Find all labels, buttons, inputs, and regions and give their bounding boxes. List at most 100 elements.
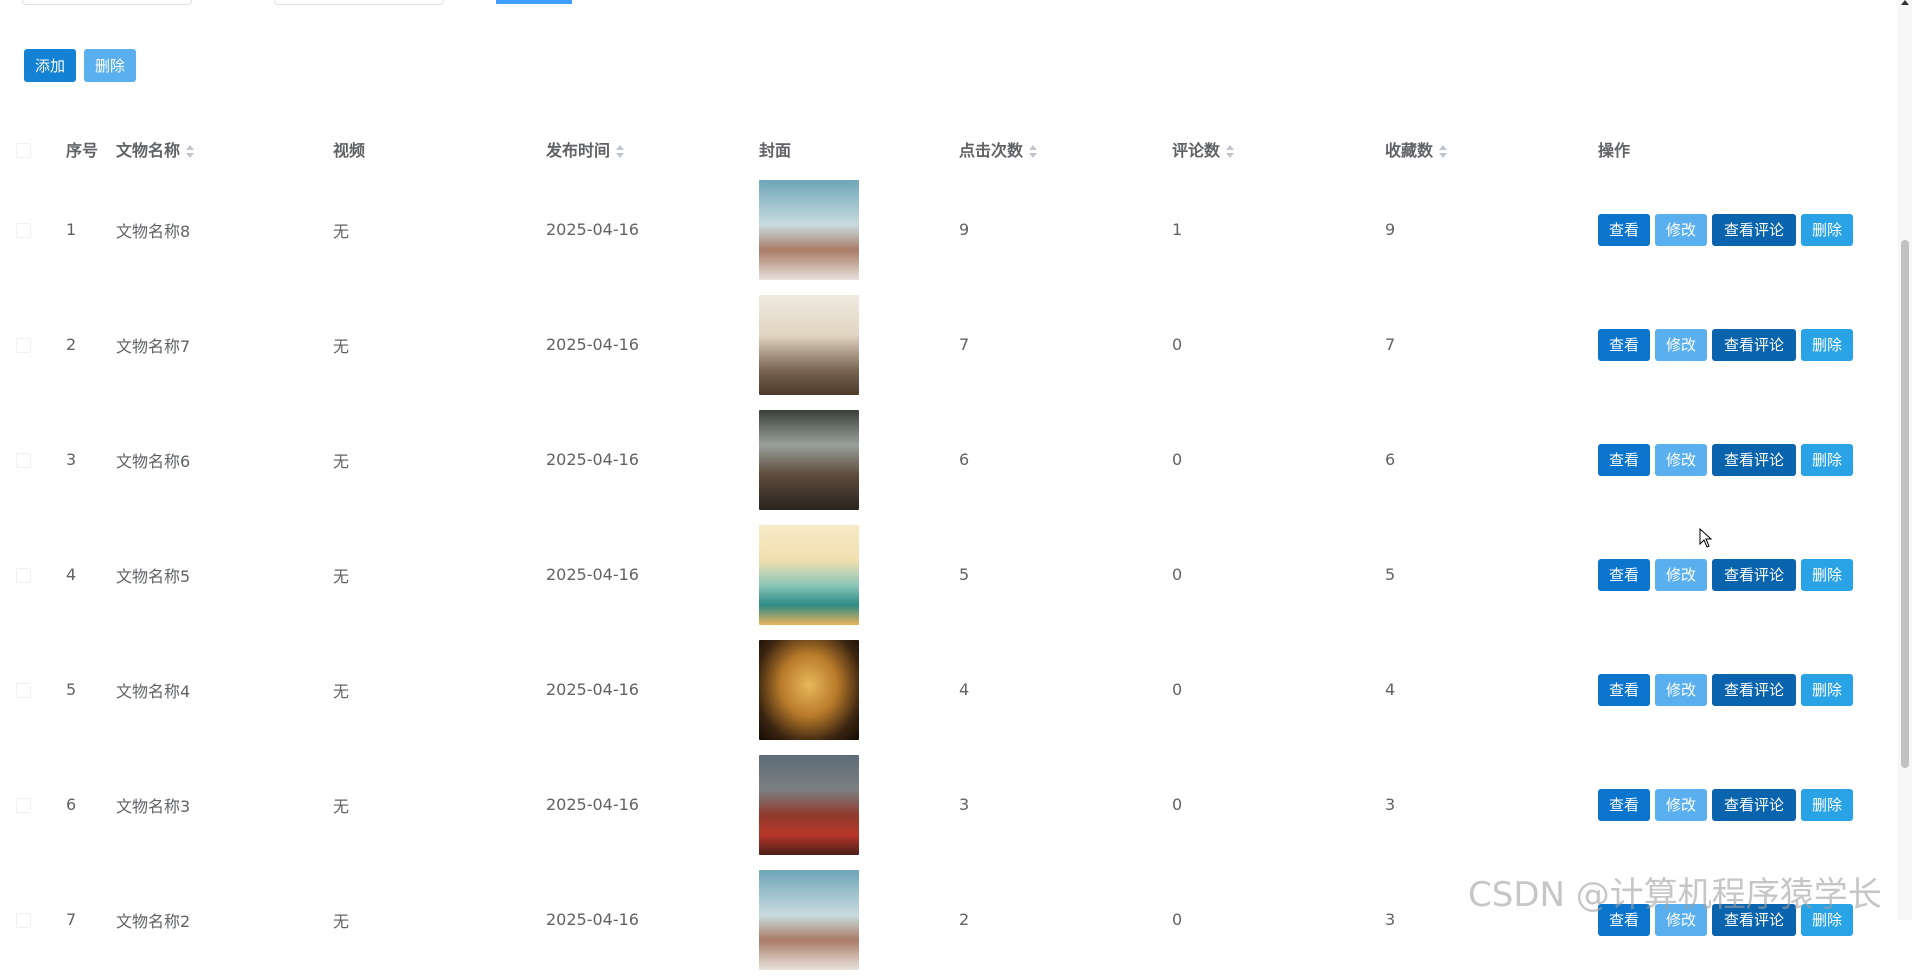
header-comments[interactable]: 评论数 (1172, 126, 1385, 172)
cell-comments: 0 (1172, 335, 1183, 354)
view-comments-button[interactable]: 查看评论 (1712, 213, 1796, 246)
row-checkbox[interactable] (16, 798, 31, 813)
row-checkbox[interactable] (16, 223, 31, 238)
add-button[interactable]: 添加 (24, 49, 76, 82)
cell-name: 文物名称5 (116, 566, 191, 586)
search-input-name[interactable] (22, 0, 192, 5)
cover-image[interactable] (759, 409, 859, 510)
delete-button[interactable]: 删除 (1801, 213, 1853, 246)
cell-name: 文物名称6 (116, 451, 191, 471)
table-row: 6 文物名称3 无 2025-04-16 3 0 3 查看 修改 查看评论 删除 (0, 747, 1900, 862)
header-publish-time-label: 发布时间 (546, 141, 611, 160)
cover-image[interactable] (759, 294, 859, 395)
edit-button[interactable]: 修改 (1655, 788, 1707, 821)
view-button[interactable]: 查看 (1598, 443, 1650, 476)
cell-index: 1 (66, 220, 77, 239)
edit-button[interactable]: 修改 (1655, 213, 1707, 246)
search-input-type[interactable] (274, 0, 444, 5)
cell-index: 3 (66, 450, 77, 469)
sort-icon[interactable] (1226, 144, 1235, 159)
row-checkbox[interactable] (16, 453, 31, 468)
table-row: 5 文物名称4 无 2025-04-16 4 0 4 查看 修改 查看评论 删除 (0, 632, 1900, 747)
cell-favorites: 6 (1385, 450, 1396, 469)
cell-video: 无 (333, 336, 350, 356)
header-clicks-label: 点击次数 (959, 141, 1024, 160)
cell-date: 2025-04-16 (546, 565, 639, 584)
edit-button[interactable]: 修改 (1655, 328, 1707, 361)
cell-name: 文物名称7 (116, 336, 191, 356)
cell-date: 2025-04-16 (546, 335, 639, 354)
search-button[interactable] (496, 0, 572, 4)
cell-name: 文物名称3 (116, 796, 191, 816)
cell-index: 4 (66, 565, 77, 584)
delete-button[interactable]: 删除 (1801, 558, 1853, 591)
row-checkbox[interactable] (16, 683, 31, 698)
row-actions: 查看 修改 查看评论 删除 (1598, 558, 1900, 591)
view-button[interactable]: 查看 (1598, 328, 1650, 361)
header-clicks[interactable]: 点击次数 (959, 126, 1172, 172)
scrollbar-thumb[interactable] (1901, 240, 1909, 768)
view-comments-button[interactable]: 查看评论 (1712, 673, 1796, 706)
cell-video: 无 (333, 221, 350, 241)
cell-date: 2025-04-16 (546, 795, 639, 814)
cell-clicks: 4 (959, 680, 970, 699)
cell-name: 文物名称8 (116, 221, 191, 241)
delete-button[interactable]: 删除 (1801, 328, 1853, 361)
view-button[interactable]: 查看 (1598, 788, 1650, 821)
view-comments-button[interactable]: 查看评论 (1712, 558, 1796, 591)
header-name[interactable]: 文物名称 (116, 126, 333, 172)
view-button[interactable]: 查看 (1598, 213, 1650, 246)
delete-button[interactable]: 删除 (1801, 443, 1853, 476)
cell-index: 5 (66, 680, 77, 699)
cover-image[interactable] (759, 639, 859, 740)
view-comments-button[interactable]: 查看评论 (1712, 443, 1796, 476)
view-button[interactable]: 查看 (1598, 673, 1650, 706)
row-actions: 查看 修改 查看评论 删除 (1598, 328, 1900, 361)
sort-icon[interactable] (616, 144, 625, 159)
cell-video: 无 (333, 566, 350, 586)
cell-comments: 0 (1172, 565, 1183, 584)
table-row: 1 文物名称8 无 2025-04-16 9 1 9 查看 修改 查看评论 删除 (0, 172, 1900, 287)
cover-image[interactable] (759, 179, 859, 280)
cell-index: 6 (66, 795, 77, 814)
cover-image[interactable] (759, 754, 859, 855)
cell-clicks: 6 (959, 450, 970, 469)
delete-button[interactable]: 删除 (1801, 788, 1853, 821)
row-actions: 查看 修改 查看评论 删除 (1598, 213, 1900, 246)
sort-icon[interactable] (1439, 144, 1448, 159)
header-favorites[interactable]: 收藏数 (1385, 126, 1598, 172)
table-row: 4 文物名称5 无 2025-04-16 5 0 5 查看 修改 查看评论 删除 (0, 517, 1900, 632)
edit-button[interactable]: 修改 (1655, 673, 1707, 706)
table-row: 2 文物名称7 无 2025-04-16 7 0 7 查看 修改 查看评论 删除 (0, 287, 1900, 402)
table-row: 3 文物名称6 无 2025-04-16 6 0 6 查看 修改 查看评论 删除 (0, 402, 1900, 517)
cell-favorites: 5 (1385, 565, 1396, 584)
view-comments-button[interactable]: 查看评论 (1712, 788, 1796, 821)
toolbar: 添加 删除 (24, 49, 136, 82)
sort-icon[interactable] (186, 144, 195, 159)
cell-clicks: 9 (959, 220, 970, 239)
edit-button[interactable]: 修改 (1655, 558, 1707, 591)
cell-video: 无 (333, 681, 350, 701)
batch-delete-button[interactable]: 删除 (84, 49, 136, 82)
header-publish-time[interactable]: 发布时间 (546, 126, 759, 172)
cell-favorites: 4 (1385, 680, 1396, 699)
row-actions: 查看 修改 查看评论 删除 (1598, 673, 1900, 706)
scroll-up-icon[interactable] (1901, 0, 1909, 5)
header-comments-label: 评论数 (1172, 141, 1221, 160)
artifact-table: 序号 文物名称 视频 发布时间 封面 点击次数 评论数 收藏数 操作 1 文物名… (0, 126, 1900, 977)
vertical-scrollbar[interactable] (1898, 0, 1912, 920)
view-comments-button[interactable]: 查看评论 (1712, 328, 1796, 361)
cell-video: 无 (333, 796, 350, 816)
row-checkbox[interactable] (16, 338, 31, 353)
edit-button[interactable]: 修改 (1655, 443, 1707, 476)
sort-icon[interactable] (1029, 144, 1038, 159)
mouse-cursor-icon (1699, 528, 1713, 548)
cell-favorites: 9 (1385, 220, 1396, 239)
row-checkbox[interactable] (16, 568, 31, 583)
delete-button[interactable]: 删除 (1801, 673, 1853, 706)
header-cover: 封面 (759, 141, 792, 160)
select-all-checkbox[interactable] (16, 142, 31, 158)
cover-image[interactable] (759, 524, 859, 625)
view-button[interactable]: 查看 (1598, 558, 1650, 591)
row-checkbox[interactable] (16, 913, 31, 928)
